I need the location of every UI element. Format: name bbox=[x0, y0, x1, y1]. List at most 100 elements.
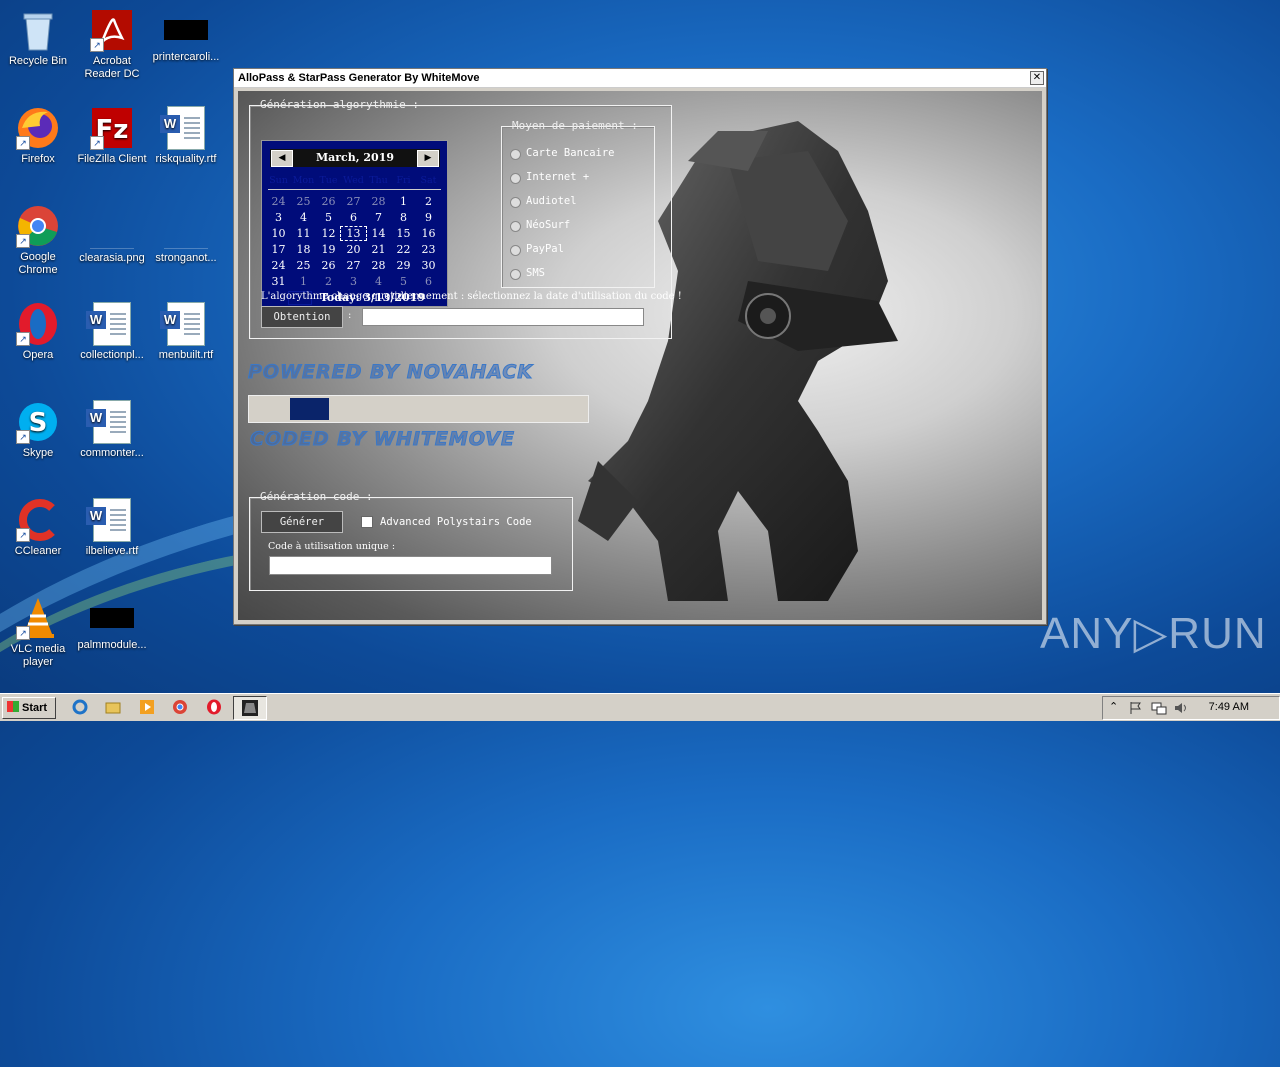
opera-taskbar-icon[interactable] bbox=[206, 699, 222, 715]
desktop-icon-commonter[interactable]: W commonter... bbox=[74, 400, 150, 460]
radio-button[interactable] bbox=[510, 245, 521, 256]
calendar-next-icon[interactable]: ▶ bbox=[417, 150, 439, 167]
calendar[interactable]: ◀ March, 2019 ▶ Sun Mon Tue Wed Thu Fri Sat 24… bbox=[261, 140, 448, 307]
advanced-checkbox[interactable] bbox=[361, 516, 373, 528]
radio-neosurf[interactable]: NéoSurf bbox=[510, 219, 660, 235]
radio-button[interactable] bbox=[510, 269, 521, 280]
unique-code-field[interactable] bbox=[269, 556, 552, 575]
show-hidden-icons-icon[interactable]: ⌃ bbox=[1109, 700, 1125, 716]
calendar-day[interactable]: 2 bbox=[316, 275, 341, 288]
close-icon[interactable]: ✕ bbox=[1030, 71, 1044, 85]
volume-icon[interactable] bbox=[1173, 700, 1189, 716]
calendar-day[interactable]: 1 bbox=[291, 275, 316, 288]
calendar-day[interactable]: 25 bbox=[291, 259, 316, 272]
obtain-button[interactable]: Obtention bbox=[261, 306, 343, 328]
desktop-icon-ccleaner[interactable]: ↗ CCleaner bbox=[0, 498, 76, 558]
calendar-day[interactable]: 24 bbox=[266, 259, 291, 272]
radio-paypal[interactable]: PayPal bbox=[510, 243, 660, 259]
desktop-icon-menbuilt[interactable]: W menbuilt.rtf bbox=[148, 302, 224, 362]
desktop-icon-palmmodule[interactable]: palmmodule... bbox=[74, 596, 150, 652]
calendar-day[interactable]: 24 bbox=[266, 195, 291, 208]
action-center-flag-icon[interactable] bbox=[1129, 700, 1145, 716]
radio-sms[interactable]: SMS bbox=[510, 267, 660, 283]
calendar-day[interactable]: 26 bbox=[316, 259, 341, 272]
calendar-day[interactable]: 15 bbox=[391, 227, 416, 240]
desktop-icon-printercaroli[interactable]: printercaroli... bbox=[148, 8, 224, 64]
calendar-day[interactable]: 25 bbox=[291, 195, 316, 208]
calendar-day[interactable]: 21 bbox=[366, 243, 391, 256]
desktop-icon-vlc[interactable]: ↗ VLC media player bbox=[0, 596, 76, 669]
calendar-day[interactable]: 3 bbox=[341, 275, 366, 288]
desktop-icon-collectionpl[interactable]: W collectionpl... bbox=[74, 302, 150, 362]
file-thumbnail-icon bbox=[164, 20, 208, 40]
calendar-day[interactable]: 12 bbox=[316, 227, 341, 240]
calendar-day[interactable]: 9 bbox=[416, 211, 441, 224]
word-document-icon: W bbox=[86, 498, 134, 542]
shortcut-arrow-icon: ↗ bbox=[90, 136, 104, 150]
obtain-result-field[interactable] bbox=[362, 308, 644, 326]
calendar-day[interactable]: 1 bbox=[391, 195, 416, 208]
calendar-day[interactable]: 26 bbox=[316, 195, 341, 208]
desktop-icon-label: collectionpl... bbox=[80, 349, 144, 361]
calendar-day[interactable]: 5 bbox=[316, 211, 341, 224]
taskbar-generator-app[interactable] bbox=[233, 696, 267, 720]
desktop-icon-firefox[interactable]: ↗ Firefox bbox=[0, 106, 76, 166]
folder-icon[interactable] bbox=[105, 699, 121, 715]
radio-button[interactable] bbox=[510, 197, 521, 208]
chrome-taskbar-icon[interactable] bbox=[172, 699, 188, 715]
calendar-day[interactable]: 22 bbox=[391, 243, 416, 256]
desktop-icon-acrobat[interactable]: ↗ Acrobat Reader DC bbox=[74, 8, 150, 81]
calendar-day[interactable]: 17 bbox=[266, 243, 291, 256]
calendar-day[interactable]: 4 bbox=[366, 275, 391, 288]
calendar-day[interactable]: 16 bbox=[416, 227, 441, 240]
shortcut-arrow-icon: ↗ bbox=[16, 626, 30, 640]
calendar-day[interactable]: 27 bbox=[341, 195, 366, 208]
calendar-day[interactable]: 23 bbox=[416, 243, 441, 256]
calendar-day[interactable]: 28 bbox=[366, 259, 391, 272]
network-icon[interactable] bbox=[1151, 700, 1167, 716]
calendar-day[interactable]: 10 bbox=[266, 227, 291, 240]
media-player-icon[interactable] bbox=[139, 699, 155, 715]
calendar-day[interactable]: 6 bbox=[341, 211, 366, 224]
word-document-icon: W bbox=[86, 400, 134, 444]
radio-carte-bancaire[interactable]: Carte Bancaire bbox=[510, 147, 660, 163]
calendar-day[interactable]: 2 bbox=[416, 195, 441, 208]
desktop-icon-clearasia[interactable]: clearasia.png bbox=[74, 204, 150, 265]
internet-explorer-icon[interactable] bbox=[72, 699, 88, 715]
desktop-icon-chrome[interactable]: ↗ Google Chrome bbox=[0, 204, 76, 277]
calendar-day[interactable]: 5 bbox=[391, 275, 416, 288]
radio-button[interactable] bbox=[510, 173, 521, 184]
desktop-icon-ilbelieve[interactable]: W ilbelieve.rtf bbox=[74, 498, 150, 558]
desktop-icon-opera[interactable]: ↗ Opera bbox=[0, 302, 76, 362]
radio-button[interactable] bbox=[510, 221, 521, 232]
calendar-day[interactable]: 31 bbox=[266, 275, 291, 288]
calendar-day[interactable]: 28 bbox=[366, 195, 391, 208]
calendar-day[interactable]: 8 bbox=[391, 211, 416, 224]
calendar-day[interactable]: 18 bbox=[291, 243, 316, 256]
calendar-prev-icon[interactable]: ◀ bbox=[271, 150, 293, 167]
calendar-day[interactable]: 6 bbox=[416, 275, 441, 288]
desktop-icon-riskquality[interactable]: W riskquality.rtf bbox=[148, 106, 224, 166]
radio-audiotel[interactable]: Audiotel bbox=[510, 195, 660, 211]
desktop-icon-filezilla[interactable]: Fz ↗ FileZilla Client bbox=[74, 106, 150, 166]
calendar-day[interactable]: 27 bbox=[341, 259, 366, 272]
start-button[interactable]: Start bbox=[2, 697, 56, 719]
calendar-day[interactable]: 29 bbox=[391, 259, 416, 272]
weekday: Tue bbox=[319, 175, 338, 186]
radio-button[interactable] bbox=[510, 149, 521, 160]
clock[interactable]: 7:49 AM bbox=[1209, 701, 1249, 713]
calendar-day[interactable]: 4 bbox=[291, 211, 316, 224]
calendar-day[interactable]: 30 bbox=[416, 259, 441, 272]
calendar-day[interactable]: 7 bbox=[366, 211, 391, 224]
desktop-icon-skype[interactable]: S ↗ Skype bbox=[0, 400, 76, 460]
calendar-day[interactable]: 19 bbox=[316, 243, 341, 256]
calendar-day[interactable]: 11 bbox=[291, 227, 316, 240]
calendar-day-selected[interactable]: 13 bbox=[340, 226, 367, 241]
calendar-day[interactable]: 14 bbox=[366, 227, 391, 240]
radio-internet-plus[interactable]: Internet + bbox=[510, 171, 660, 187]
desktop-icon-stronganot[interactable]: stronganot... bbox=[148, 204, 224, 265]
calendar-day[interactable]: 3 bbox=[266, 211, 291, 224]
desktop-icon-recycle-bin[interactable]: Recycle Bin bbox=[0, 8, 76, 68]
calendar-day[interactable]: 20 bbox=[341, 243, 366, 256]
generate-button[interactable]: Générer bbox=[261, 511, 343, 533]
